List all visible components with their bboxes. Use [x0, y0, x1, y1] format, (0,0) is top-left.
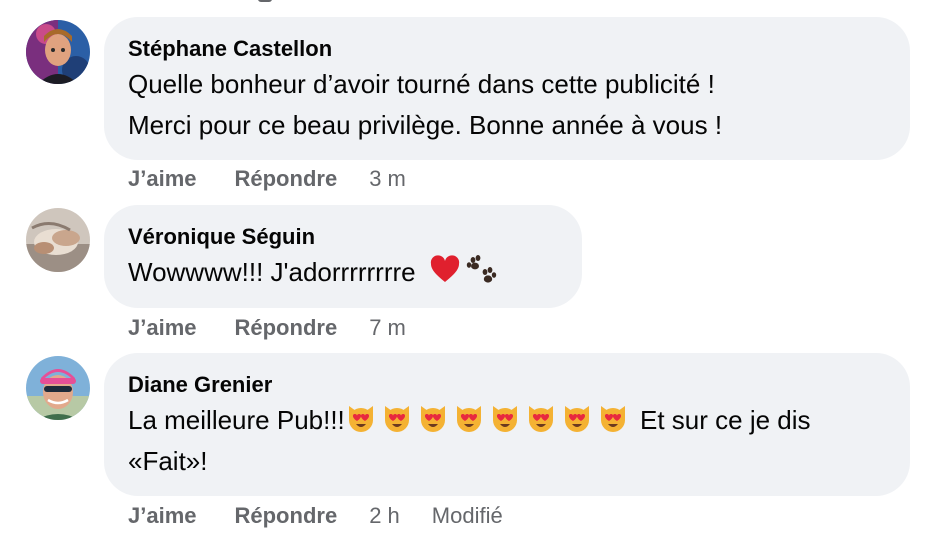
comment-bubble: Véronique Séguin Wowwww!!! J'adorrrrrrrr… — [104, 205, 582, 308]
comment-line: Wowwww!!! J'adorrrrrrrre — [128, 257, 416, 287]
avatar[interactable] — [26, 208, 90, 272]
avatar[interactable] — [26, 20, 90, 84]
reply-button[interactable]: Répondre — [235, 314, 338, 342]
comment-timestamp[interactable]: 3 m — [369, 165, 406, 193]
comment-line: Quelle bonheur d’avoir tourné dans cette… — [128, 69, 715, 99]
red-heart-icon — [429, 254, 461, 286]
comment-text: La meilleure Pub!!! Et sur ce je dis «Fa… — [128, 400, 886, 482]
heart-eyes-cat-icon — [489, 402, 521, 434]
heart-eyes-cat-icon — [561, 402, 593, 434]
heart-eyes-cat-icon — [453, 402, 485, 434]
comment-text: Wowwww!!! J'adorrrrrrrre — [128, 252, 558, 293]
reply-button[interactable]: Répondre — [235, 502, 338, 530]
comment-text-segment: La meilleure Pub!!! — [128, 405, 345, 435]
comment-text: Quelle bonheur d’avoir tourné dans cette… — [128, 64, 886, 146]
comment-bubble: Stéphane Castellon Quelle bonheur d’avoi… — [104, 17, 910, 160]
comment-bubble: Diane Grenier La meilleure Pub!!! Et sur… — [104, 353, 910, 496]
edited-label[interactable]: Modifié — [432, 502, 503, 530]
comment-thread: Stéphane Castellon Quelle bonheur d’avoi… — [0, 0, 926, 536]
comment-actions: J’aime Répondre 2 h Modifié — [128, 502, 503, 530]
previous-comment-fragment — [258, 0, 272, 2]
comment-line: «Fait»! — [128, 446, 208, 476]
avatar[interactable] — [26, 356, 90, 420]
heart-eyes-cat-icon — [345, 402, 377, 434]
comment-author[interactable]: Stéphane Castellon — [128, 35, 886, 63]
comment-line: Merci pour ce beau privilège. Bonne anné… — [128, 110, 723, 140]
like-button[interactable]: J’aime — [128, 502, 197, 530]
comment-timestamp[interactable]: 7 m — [369, 314, 406, 342]
like-button[interactable]: J’aime — [128, 314, 197, 342]
comment-author[interactable]: Véronique Séguin — [128, 223, 558, 251]
paw-prints-icon — [465, 254, 497, 286]
comment-timestamp[interactable]: 2 h — [369, 502, 400, 530]
comment-author[interactable]: Diane Grenier — [128, 371, 886, 399]
comment-actions: J’aime Répondre 7 m — [128, 314, 406, 342]
heart-eyes-cat-icon — [525, 402, 557, 434]
comment-line: La meilleure Pub!!! Et sur ce je dis — [128, 400, 886, 441]
reply-button[interactable]: Répondre — [235, 165, 338, 193]
like-button[interactable]: J’aime — [128, 165, 197, 193]
heart-eyes-cat-icon — [597, 402, 629, 434]
heart-eyes-cat-icon — [381, 402, 413, 434]
heart-eyes-cat-icon — [417, 402, 449, 434]
comment-text-segment: Et sur ce je dis — [632, 405, 811, 435]
comment-actions: J’aime Répondre 3 m — [128, 165, 406, 193]
